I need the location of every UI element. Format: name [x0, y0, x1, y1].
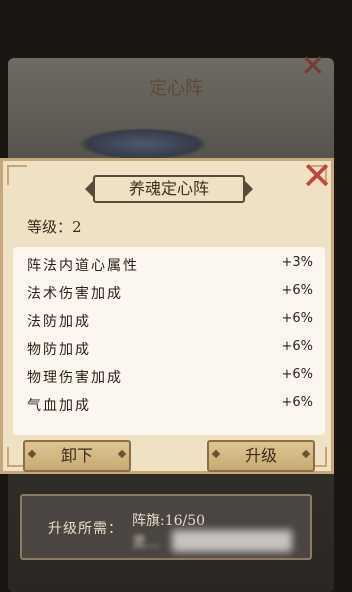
spirit-requirement: 灵...	[132, 535, 160, 551]
background-close-icon[interactable]: ✕	[300, 52, 326, 82]
attribute-value: +6%	[281, 283, 313, 298]
attribute-name: 法防加成	[27, 314, 91, 330]
upgrade-requirements-panel: 升级所需： 阵旗:16/50 灵...	[20, 494, 312, 560]
requirements-label: 升级所需：	[48, 521, 123, 537]
formation-detail-dialog: 养魂定心阵 ✕ 等级：2 阵法内道心属性 +3% 法术伤害加成 +6% 法防加成…	[0, 157, 335, 474]
level-label: 等级：2	[27, 218, 82, 236]
attribute-row: 物理伤害加成 +6%	[13, 363, 325, 389]
attribute-row: 物防加成 +6%	[13, 335, 325, 361]
background-title-text: 定心阵	[149, 78, 203, 99]
formation-flag-requirement: 阵旗:16/50	[132, 513, 206, 529]
unload-button[interactable]: 卸下	[23, 440, 131, 472]
title-divider-right	[213, 88, 259, 90]
corner-ornament	[7, 165, 27, 185]
attribute-value: +3%	[281, 255, 313, 270]
attribute-row: 阵法内道心属性 +3%	[13, 251, 325, 277]
attribute-name: 气血加成	[27, 398, 91, 414]
blur-overlay	[172, 530, 292, 552]
attribute-value: +6%	[281, 395, 313, 410]
close-icon[interactable]: ✕	[299, 157, 335, 195]
attribute-list: 阵法内道心属性 +3% 法术伤害加成 +6% 法防加成 +6% 物防加成 +6%…	[13, 247, 325, 435]
upgrade-button[interactable]: 升级	[207, 440, 315, 472]
attribute-value: +6%	[281, 367, 313, 382]
attribute-row: 法防加成 +6%	[13, 307, 325, 333]
title-divider-left	[93, 88, 139, 90]
attribute-name: 法术伤害加成	[27, 286, 123, 302]
attribute-name: 物防加成	[27, 342, 91, 358]
attribute-value: +6%	[281, 311, 313, 326]
attribute-name: 阵法内道心属性	[27, 258, 139, 274]
attribute-value: +6%	[281, 339, 313, 354]
formation-emblem-icon	[78, 128, 208, 160]
attribute-name: 物理伤害加成	[27, 370, 123, 386]
attribute-row: 法术伤害加成 +6%	[13, 279, 325, 305]
attribute-row: 气血加成 +6%	[13, 391, 325, 417]
dialog-title: 养魂定心阵	[85, 175, 253, 203]
